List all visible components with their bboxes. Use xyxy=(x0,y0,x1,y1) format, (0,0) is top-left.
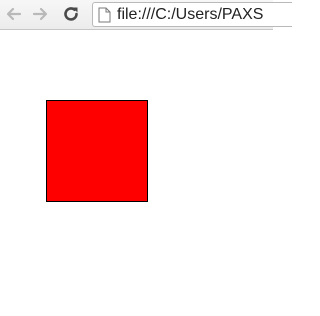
address-bar-url[interactable]: file:///C:/Users/PAXS xyxy=(117,6,263,24)
forward-button[interactable] xyxy=(29,3,51,25)
arrow-right-icon xyxy=(32,6,48,22)
back-button[interactable] xyxy=(3,3,25,25)
page-content xyxy=(0,30,273,316)
address-bar[interactable]: file:///C:/Users/PAXS xyxy=(92,2,292,27)
arrow-left-icon xyxy=(6,6,22,22)
page-icon xyxy=(98,7,111,23)
browser-toolbar: file:///C:/Users/PAXS xyxy=(0,0,292,30)
reload-icon xyxy=(62,5,80,23)
reload-button[interactable] xyxy=(60,3,82,25)
red-square xyxy=(46,100,148,202)
